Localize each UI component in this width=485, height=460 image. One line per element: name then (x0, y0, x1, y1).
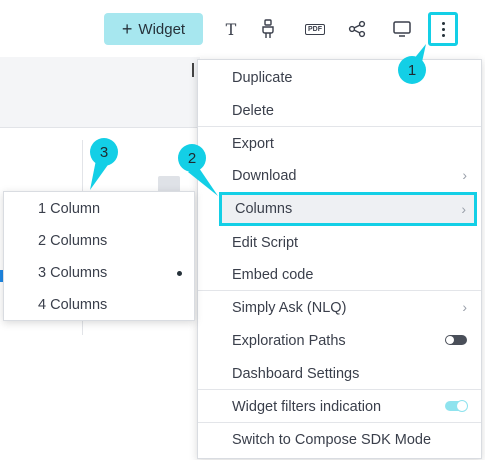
selected-bullet-icon (177, 271, 182, 276)
menu-item-label: Columns (235, 201, 293, 217)
submenu-item-3-columns[interactable]: 3 Columns (4, 257, 194, 289)
menu-item-label: Edit Script (232, 234, 299, 251)
submenu-item-2-columns[interactable]: 2 Columns (4, 225, 194, 257)
submenu-item-label: 2 Columns (38, 233, 108, 249)
brush-icon[interactable] (258, 18, 278, 40)
menu-item-columns[interactable]: Columns › (219, 192, 477, 226)
menu-item-label: Dashboard Settings (232, 365, 360, 382)
menu-item-delete[interactable]: Delete (198, 94, 481, 127)
submenu-item-4-columns[interactable]: 4 Columns (4, 289, 194, 321)
callout-marker-1: 1 (398, 56, 426, 84)
menu-item-simply-ask[interactable]: Simply Ask (NLQ) › (198, 291, 481, 324)
exploration-paths-toggle[interactable] (445, 335, 467, 345)
submenu-item-1-column[interactable]: 1 Column (4, 193, 194, 225)
menu-item-exploration-paths[interactable]: Exploration Paths (198, 324, 481, 357)
menu-item-download[interactable]: Download › (198, 159, 481, 192)
submenu-item-label: 4 Columns (38, 297, 108, 313)
callout-marker-3: 3 (90, 138, 118, 166)
brush-icon-svg (262, 19, 274, 38)
toggle-knob (446, 336, 454, 344)
monitor-icon-svg (393, 21, 411, 37)
plus-icon: + (121, 19, 133, 39)
add-widget-button[interactable]: + Widget (104, 13, 203, 45)
menu-item-label: Duplicate (232, 69, 293, 86)
menu-item-dashboard-settings[interactable]: Dashboard Settings (198, 357, 481, 390)
more-options-button[interactable] (428, 12, 458, 46)
pdf-icon-label: PDF (305, 23, 325, 35)
share-icon[interactable] (348, 18, 366, 40)
dashboard-header-area (0, 57, 200, 127)
widget-filters-toggle[interactable] (445, 400, 468, 412)
chevron-right-icon: › (462, 299, 467, 315)
menu-item-edit-script[interactable]: Edit Script (198, 226, 481, 259)
menu-item-label: Simply Ask (NLQ) (232, 299, 347, 316)
widget-edge-fragment (192, 63, 195, 77)
dashboard-toolbar: + Widget T PDF (0, 0, 485, 57)
chevron-right-icon: › (462, 167, 467, 183)
dashboard-options-menu: Duplicate Delete Export Download › Colum… (197, 59, 482, 459)
menu-item-label: Exploration Paths (232, 332, 346, 349)
pdf-icon[interactable]: PDF (304, 18, 326, 40)
add-widget-label: Widget (138, 20, 186, 38)
submenu-item-label: 3 Columns (38, 265, 108, 281)
menu-item-compose-sdk-mode[interactable]: Switch to Compose SDK Mode (198, 423, 481, 456)
callout-number: 3 (99, 143, 109, 161)
menu-item-label: Export (232, 135, 274, 152)
menu-item-label: Delete (232, 102, 274, 119)
callout-number: 2 (187, 149, 197, 167)
more-vertical-icon (441, 21, 445, 37)
dashboard-divider (0, 127, 200, 128)
menu-item-widget-filters-indication[interactable]: Widget filters indication (198, 390, 481, 423)
menu-item-embed-code[interactable]: Embed code (198, 258, 481, 291)
menu-item-label: Embed code (232, 266, 314, 283)
chevron-right-icon: › (461, 201, 466, 217)
callout-number: 1 (407, 61, 417, 79)
menu-item-label: Switch to Compose SDK Mode (232, 431, 432, 448)
share-icon-svg (348, 20, 366, 38)
text-icon[interactable]: T (222, 18, 240, 40)
menu-item-export[interactable]: Export (198, 127, 481, 160)
columns-submenu: 1 Column 2 Columns 3 Columns 4 Columns (3, 191, 195, 321)
menu-item-label: Widget filters indication (232, 398, 382, 415)
text-icon-glyph: T (225, 19, 237, 39)
menu-item-label: Download (232, 167, 297, 184)
toggle-knob (456, 400, 468, 412)
callout-marker-2: 2 (178, 144, 206, 172)
monitor-icon[interactable] (392, 18, 412, 40)
submenu-item-label: 1 Column (38, 201, 101, 217)
menu-item-duplicate[interactable]: Duplicate (198, 61, 481, 94)
